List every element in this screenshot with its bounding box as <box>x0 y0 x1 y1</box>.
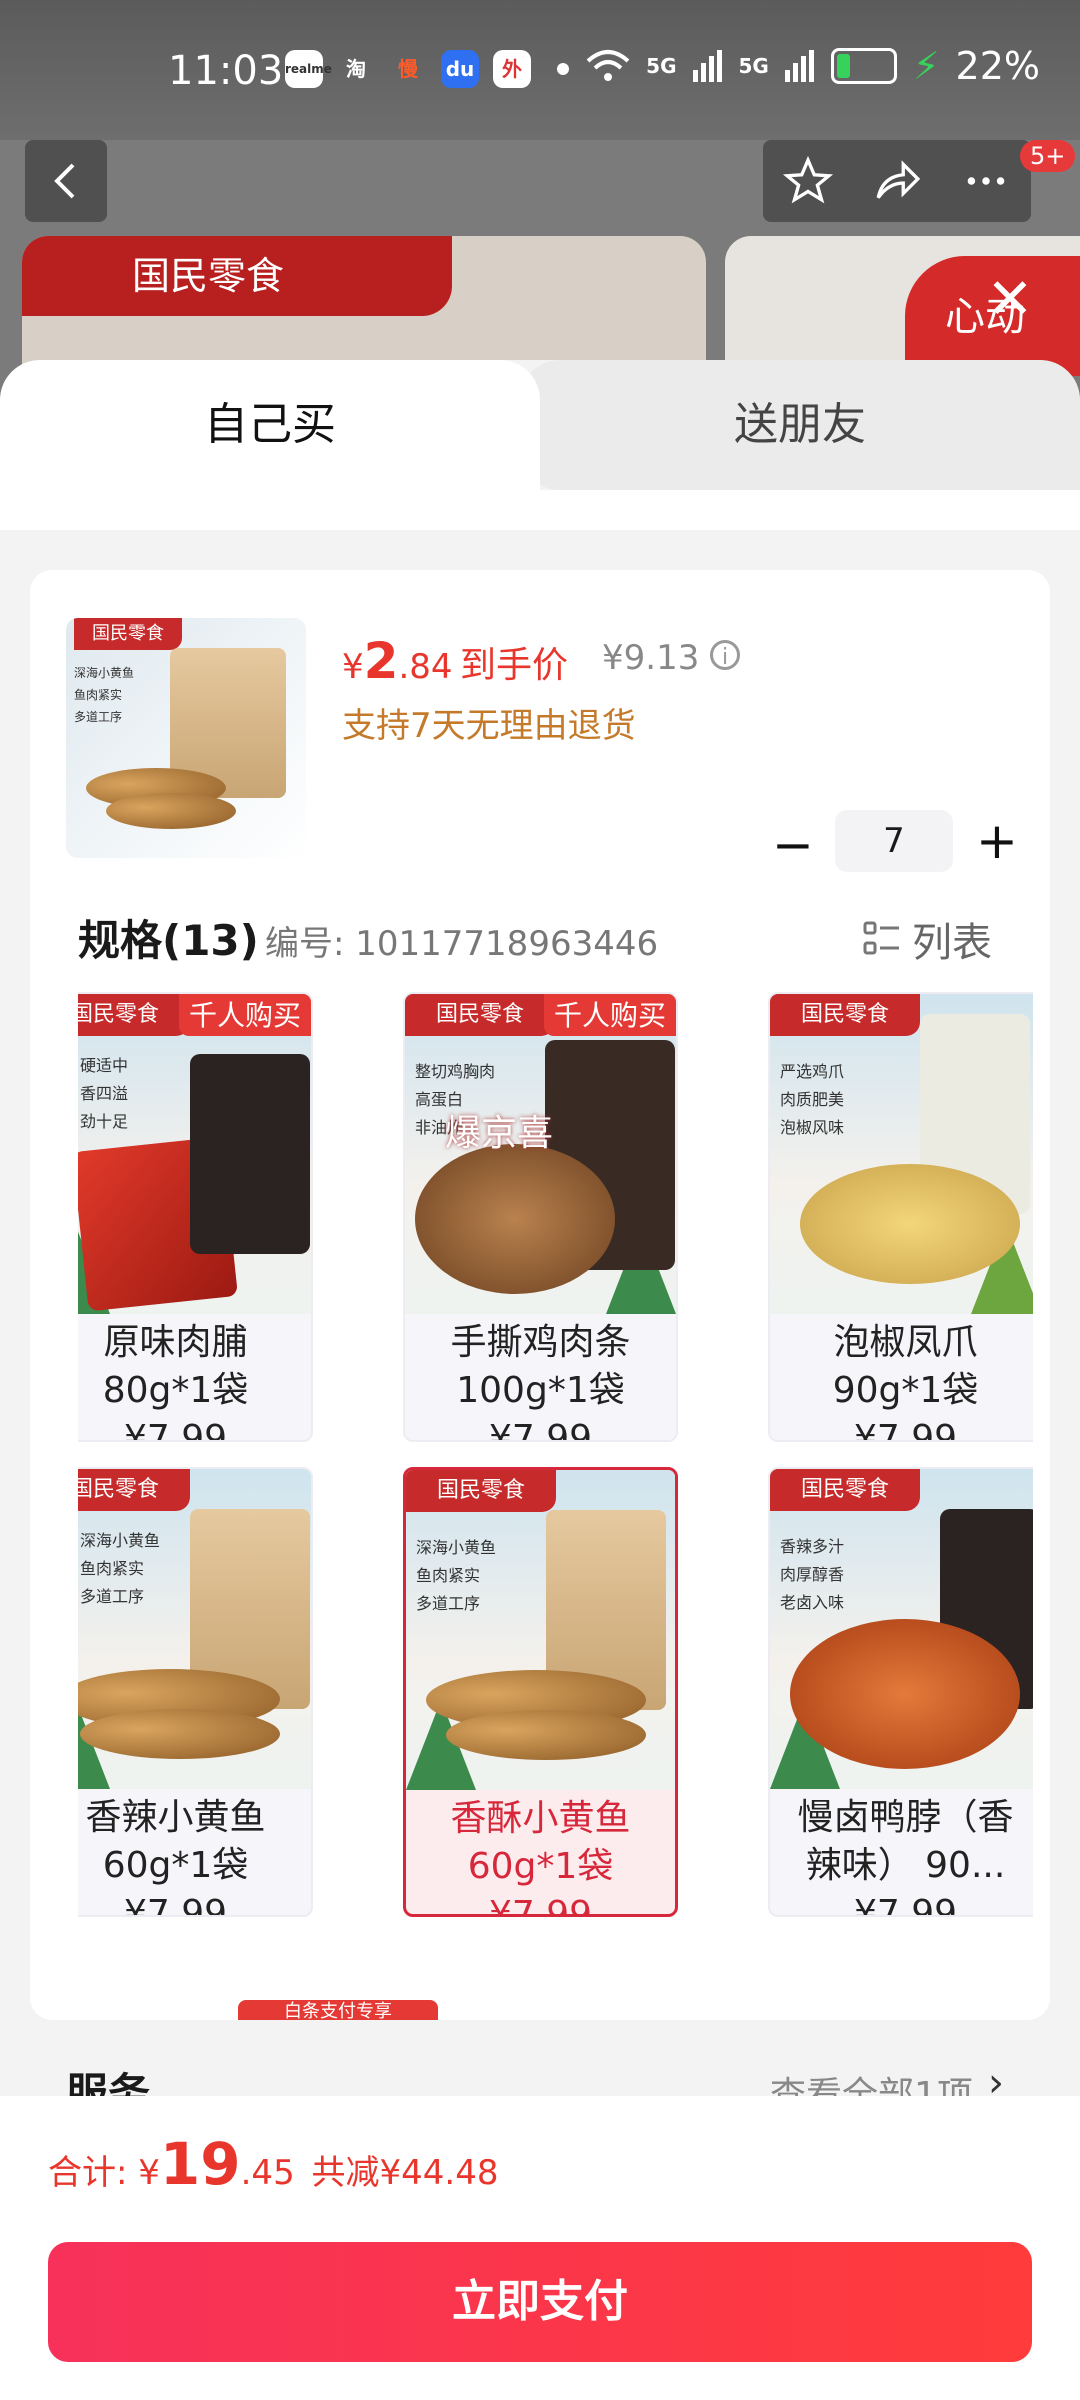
wifi-icon <box>586 50 630 81</box>
total-discount: 共减¥44.48 <box>311 2153 499 2193</box>
fish-image <box>106 793 236 829</box>
cart-badge: 5+ <box>1020 140 1076 172</box>
order-total: 合计: ¥19.45 共减¥44.48 <box>48 2130 498 2198</box>
decrease-quantity-button[interactable]: − <box>772 820 814 870</box>
jerky-image <box>415 1144 615 1294</box>
product-image: 国民零食 严选鸡爪 肉质肥美 泡椒风味 <box>770 994 1033 1314</box>
tab-send-friend[interactable]: 送朋友 <box>520 360 1080 490</box>
spec-option-label: 香酥小黄鱼 60g*1袋 ¥7.99 <box>450 1798 631 1917</box>
product-code: 编号: 10117718963446 <box>265 924 659 964</box>
brand-logo: 国民零食 <box>78 994 190 1036</box>
spec-option-label: 原味肉脯 80g*1袋 ¥7.99 <box>102 1322 249 1442</box>
product-image: 国民零食 整切鸡胸肉 高蛋白 非油炸 爆京喜 <box>405 994 676 1314</box>
hot-sale-tag: 千人购买 <box>543 994 676 1036</box>
original-price: ¥9.13 <box>602 638 700 678</box>
return-policy: 支持7天无理由退货 <box>342 706 636 746</box>
chevron-left-icon <box>54 163 75 199</box>
charging-icon: ⚡ <box>912 44 940 88</box>
signal-bars-2-icon <box>784 50 814 82</box>
total-dec: .45 <box>240 2153 295 2193</box>
thumbnail-bullet: 鱼肉紧实 <box>74 688 123 702</box>
image-bullets: 香辣多汁 肉厚醇香 老卤入味 <box>780 1537 845 1612</box>
image-bullets: 深海小黄鱼 鱼肉紧实 多道工序 <box>80 1531 161 1606</box>
battery-percent: 22% <box>955 44 1040 88</box>
product-image: 国民零食 深海小黄鱼 鱼肉紧实 多道工序 <box>78 1469 311 1789</box>
notification-dot-icon <box>557 63 569 75</box>
sku-card: 国民零食 深海小黄鱼 鱼肉紧实 多道工序 ¥2.84 到手价 ¥9.13 i 支… <box>30 570 1050 2118</box>
image-bullets: 深海小黄鱼 鱼肉紧实 多道工序 <box>416 1538 497 1613</box>
chicken-feet-image <box>800 1164 1020 1284</box>
spec-grid: 国民零食 硬适中 香四溢 劲十足 千人购买 原味肉脯 80g*1袋 ¥7.99 国民… <box>78 992 1033 1932</box>
package-image <box>190 1054 310 1254</box>
page-actions <box>763 140 1031 222</box>
product-image: 国民零食 香辣多汁 肉厚醇香 老卤入味 <box>770 1469 1033 1789</box>
taobao-app-icon: 淘 <box>346 57 366 81</box>
thumbnail-logo: 国民零食 <box>74 618 182 650</box>
background-banner: 国民零食 <box>22 236 706 376</box>
signal-bars-icon <box>692 50 722 82</box>
final-price: ¥2.84 <box>342 632 453 690</box>
list-view-toggle[interactable]: 列表 <box>862 910 992 968</box>
share-icon[interactable] <box>872 156 922 206</box>
spec-option-label: 香辣小黄鱼 60g*1袋 ¥7.99 <box>85 1797 266 1917</box>
product-image: 国民零食 深海小黄鱼 鱼肉紧实 多道工序 <box>406 1470 675 1790</box>
watermark: 爆京喜 <box>445 1113 554 1154</box>
spec-option[interactable]: 国民零食 整切鸡胸肉 高蛋白 非油炸 爆京喜 千人购买 手撕鸡肉条 100g*1袋 … <box>403 992 678 1442</box>
status-app-icons: realme 淘 慢 du 外 <box>285 50 569 88</box>
signal-1-icon: 5G <box>646 54 677 78</box>
thumbnail-bullet: 多道工序 <box>74 710 123 724</box>
thumbnail-bullet: 深海小黄鱼 <box>74 666 135 680</box>
food-app-icon: 外 <box>493 50 531 88</box>
spec-option-selected[interactable]: 国民零食 深海小黄鱼 鱼肉紧实 多道工序 香酥小黄鱼 60g*1袋 ¥7.99 <box>403 1467 678 1917</box>
spec-title: 规格(13) <box>78 916 259 965</box>
list-view-label: 列表 <box>912 920 992 966</box>
signal-2-icon: 5G <box>738 54 769 78</box>
spec-option[interactable]: 国民零食 严选鸡爪 肉质肥美 泡椒风味 泡椒凤爪 90g*1袋 ¥7.99 <box>768 992 1033 1442</box>
star-icon[interactable] <box>782 156 833 206</box>
image-bullets: 硬适中 香四溢 劲十足 <box>80 1056 129 1131</box>
spec-option[interactable]: 国民零食 深海小黄鱼 鱼肉紧实 多道工序 香辣小黄鱼 60g*1袋 ¥7.99 <box>78 1467 313 1917</box>
baidu-app-icon: du <box>441 50 479 88</box>
quantity-field[interactable]: 7 <box>835 810 953 872</box>
brand-logo: 国民零食 <box>406 1470 556 1512</box>
total-int: 19 <box>159 2130 241 2198</box>
image-bullets: 严选鸡爪 肉质肥美 泡椒风味 <box>780 1062 845 1137</box>
spec-option[interactable]: 国民零食 硬适中 香四溢 劲十足 千人购买 原味肉脯 80g*1袋 ¥7.99 <box>78 992 313 1442</box>
brand-banner-text: 国民零食 <box>22 236 452 316</box>
tab-divider <box>0 490 1080 530</box>
fish-image <box>446 1710 646 1760</box>
tab-buy-self[interactable]: 自己买 <box>0 360 540 490</box>
close-icon[interactable]: ✕ <box>980 270 1040 330</box>
back-button[interactable] <box>25 140 107 222</box>
spec-option-label: 泡椒凤爪 90g*1袋 ¥7.99 <box>832 1322 979 1442</box>
battery-icon <box>830 48 897 84</box>
baitiao-tag: 白条支付专享 <box>238 2000 438 2020</box>
status-right: 5G 5G ⚡ 22% <box>586 44 1040 88</box>
pay-now-button[interactable]: 立即支付 <box>48 2242 1032 2362</box>
brand-logo: 国民零食 <box>405 994 555 1036</box>
increase-quantity-button[interactable]: + <box>976 816 1018 866</box>
hot-sale-tag: 千人购买 <box>178 994 311 1036</box>
spec-option-label: 慢卤鸭脖（香辣味） 90... ¥7.99 <box>797 1797 1014 1917</box>
fish-image <box>80 1709 280 1759</box>
status-time: 11:03 <box>168 48 284 94</box>
thumbnail-bullets: 深海小黄鱼 鱼肉紧实 多道工序 <box>74 662 134 728</box>
final-price-label: 到手价 <box>460 645 569 686</box>
spec-option[interactable]: 国民零食 香辣多汁 肉厚醇香 老卤入味 慢卤鸭脖（香辣味） 90... ¥7.99 <box>768 1467 1033 1917</box>
list-icon <box>863 921 899 955</box>
product-thumbnail[interactable]: 国民零食 深海小黄鱼 鱼肉紧实 多道工序 <box>66 618 306 858</box>
info-icon[interactable]: i <box>710 640 740 670</box>
man-app-icon: 慢 <box>398 57 418 81</box>
brand-logo: 国民零食 <box>770 1469 920 1511</box>
duck-neck-image <box>790 1619 1020 1769</box>
realme-app-icon: realme <box>285 50 332 88</box>
purchase-sheet: 送朋友 自己买 国民零食 深海小黄鱼 鱼肉紧实 多道工序 ¥2.84 到手价 ¥… <box>0 360 1080 2400</box>
more-icon[interactable] <box>961 156 1011 206</box>
brand-logo: 国民零食 <box>770 994 920 1036</box>
brand-logo: 国民零食 <box>78 1469 190 1511</box>
spec-option-label: 手撕鸡肉条 100g*1袋 ¥7.99 <box>450 1322 631 1442</box>
product-image: 国民零食 硬适中 香四溢 劲十足 <box>78 994 311 1314</box>
total-prefix: 合计: ¥ <box>48 2153 160 2193</box>
